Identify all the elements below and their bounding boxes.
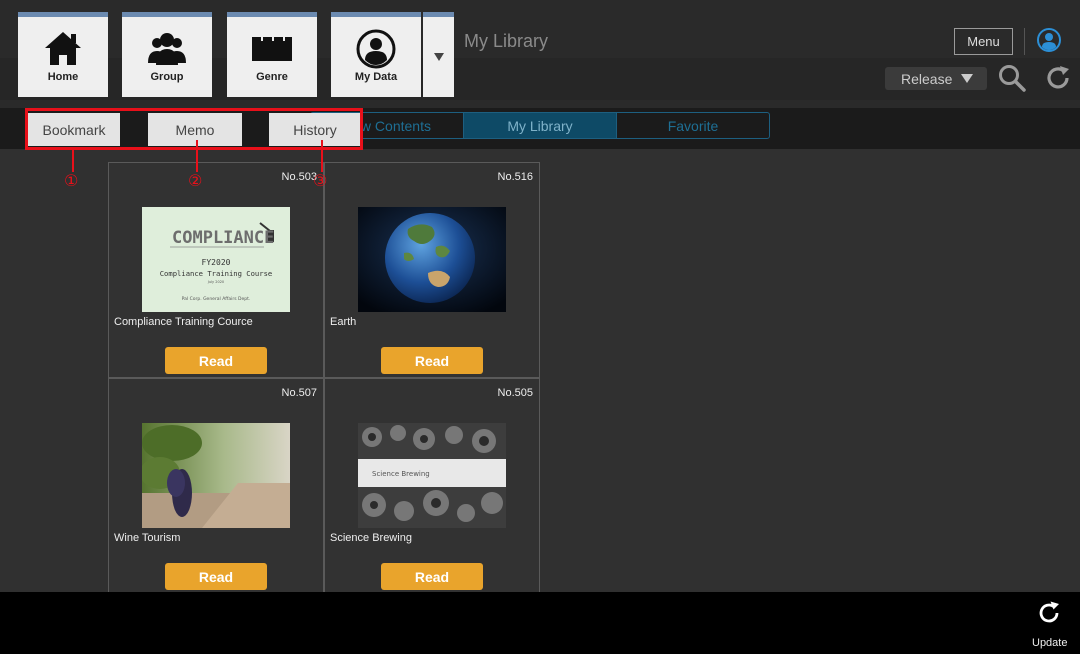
update-icon[interactable]: [1036, 600, 1062, 626]
callout-number-1: ①: [64, 173, 79, 190]
bottom-app-bar: [0, 592, 1080, 654]
compliance-cover-image: COMPLIANCE FY2020 Compliance Training Co…: [142, 207, 290, 312]
menu-button[interactable]: Menu: [954, 28, 1013, 55]
library-content-area: No.503 COMPLIANCE FY2020 Compliance Trai…: [0, 149, 1080, 594]
segment-favorite[interactable]: Favorite: [616, 113, 769, 138]
library-segment-control: New Contents My Library Favorite: [310, 112, 770, 139]
cover-banner: Science Brewing: [372, 470, 430, 478]
group-icon: [148, 33, 186, 65]
content-number: No.503: [281, 171, 317, 183]
refresh-icon[interactable]: [1044, 64, 1072, 92]
content-title: Compliance Training Cource: [114, 316, 253, 328]
user-account-icon[interactable]: [1037, 28, 1061, 52]
cover-footer: Pal Corp. General Affairs Dept.: [182, 296, 251, 302]
callout-number-2: ②: [188, 173, 203, 190]
nav-genre-label: Genre: [256, 71, 288, 83]
sort-select-value: Release: [901, 70, 953, 87]
page-title: My Library: [464, 31, 549, 51]
content-card: No.516 Earth Read: [324, 162, 540, 378]
brewing-cover-image: Science Brewing: [358, 423, 506, 528]
segment-my-library[interactable]: My Library: [463, 113, 616, 138]
nav-home-button[interactable]: Home: [18, 12, 108, 97]
content-title: Science Brewing: [330, 532, 412, 544]
genre-icon: [252, 37, 292, 61]
content-title: Earth: [330, 316, 357, 328]
read-button[interactable]: Read: [165, 563, 267, 590]
dropdown-arrow-icon: [433, 53, 444, 61]
content-thumbnail[interactable]: COMPLIANCE FY2020 Compliance Training Co…: [142, 207, 290, 312]
content-thumbnail[interactable]: Science Brewing: [358, 423, 506, 528]
highlight-annotation-box: [25, 108, 363, 150]
app-header: Home Group Genre My Data My Library Menu…: [0, 0, 1080, 108]
cover-line2: Compliance Training Course: [160, 269, 273, 278]
cover-line1: FY2020: [202, 258, 231, 267]
read-button[interactable]: Read: [165, 347, 267, 374]
cover-heading: COMPLIANCE: [172, 228, 274, 248]
callout-number-3: ③: [313, 173, 328, 190]
callout-line: [72, 150, 74, 172]
callout-line: [196, 140, 198, 172]
callout-line: [321, 140, 323, 172]
content-thumbnail[interactable]: [142, 423, 290, 528]
earth-cover-image: [358, 207, 506, 312]
dropdown-arrow-icon: [961, 74, 973, 83]
cover-line3: July 2020: [207, 280, 224, 284]
sort-select[interactable]: Release: [885, 67, 987, 90]
read-button[interactable]: Read: [381, 347, 483, 374]
nav-home-label: Home: [47, 71, 79, 83]
content-thumbnail[interactable]: [358, 207, 506, 312]
header-divider: [1024, 28, 1025, 55]
nav-group-label: Group: [150, 71, 184, 83]
content-title: Wine Tourism: [114, 532, 181, 544]
nav-my-data-button[interactable]: My Data: [331, 12, 421, 97]
nav-group-button[interactable]: Group: [122, 12, 212, 97]
update-label[interactable]: Update: [1032, 637, 1067, 649]
content-card: No.503 COMPLIANCE FY2020 Compliance Trai…: [108, 162, 324, 378]
content-number: No.505: [497, 387, 533, 399]
content-card: No.505 Science Brewing Science Brewing R: [324, 378, 540, 594]
wine-cover-image: [142, 423, 290, 528]
content-number: No.507: [281, 387, 317, 399]
search-icon[interactable]: [998, 64, 1026, 92]
content-number: No.516: [497, 171, 533, 183]
read-button[interactable]: Read: [381, 563, 483, 590]
nav-more-dropdown[interactable]: [423, 12, 454, 97]
nav-my-data-label: My Data: [354, 71, 398, 83]
content-card: No.507 Wine Tourism Read: [108, 378, 324, 594]
user-data-icon: [356, 29, 396, 69]
nav-genre-button[interactable]: Genre: [227, 12, 317, 97]
home-icon: [45, 32, 81, 65]
